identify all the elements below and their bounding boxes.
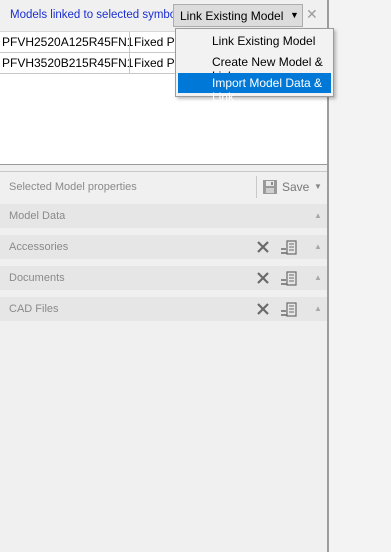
section-label: Documents bbox=[9, 272, 65, 284]
section-documents[interactable]: Documents ▲ bbox=[0, 266, 327, 290]
unlink-icon[interactable] bbox=[256, 271, 270, 288]
close-icon[interactable]: ✕ bbox=[306, 6, 318, 23]
menu-item-create-new-model[interactable]: Create New Model & Link bbox=[178, 52, 331, 83]
section-model-data[interactable]: Model Data ▲ bbox=[0, 204, 327, 228]
section-label: Model Data bbox=[9, 210, 66, 222]
link-document-icon[interactable] bbox=[280, 240, 298, 259]
linked-models-title: Models linked to selected symbol bbox=[10, 9, 179, 21]
model-properties-header: Selected Model properties Save ▼ bbox=[0, 171, 327, 202]
link-existing-model-button[interactable]: Link Existing Model ▼ bbox=[173, 4, 303, 27]
model-name-cell: PFVH2520A125R45FN1 bbox=[2, 35, 134, 49]
menu-item-label: Link Existing Model bbox=[212, 34, 316, 48]
collapse-icon[interactable]: ▲ bbox=[314, 273, 322, 282]
toolbar-separator bbox=[256, 176, 257, 198]
section-accessories[interactable]: Accessories ▲ bbox=[0, 235, 327, 259]
menu-item-import-model-data[interactable]: Import Model Data & Link bbox=[178, 73, 331, 104]
collapse-icon[interactable]: ▲ bbox=[314, 242, 322, 251]
save-icon[interactable] bbox=[262, 179, 278, 198]
link-existing-model-label: Link Existing Model bbox=[180, 9, 284, 23]
save-button[interactable]: Save bbox=[282, 180, 309, 194]
collapse-icon[interactable]: ▲ bbox=[314, 304, 322, 313]
section-label: Accessories bbox=[9, 241, 69, 253]
column-divider bbox=[129, 32, 130, 52]
save-dropdown-icon[interactable]: ▼ bbox=[314, 182, 322, 191]
menu-item-label: Import Model Data & Link bbox=[212, 76, 323, 104]
dropdown-arrow-icon[interactable]: ▼ bbox=[290, 10, 299, 20]
link-options-menu: Link Existing Model Create New Model & L… bbox=[175, 28, 334, 104]
collapse-icon[interactable]: ▲ bbox=[314, 211, 322, 220]
model-name-cell: PFVH3520B215R45FN1 bbox=[2, 56, 134, 70]
link-document-icon[interactable] bbox=[280, 271, 298, 290]
link-document-icon[interactable] bbox=[280, 302, 298, 321]
menu-item-link-existing-model[interactable]: Link Existing Model bbox=[178, 31, 331, 51]
outside-area bbox=[329, 0, 391, 552]
model-properties-title: Selected Model properties bbox=[9, 181, 137, 193]
section-label: CAD Files bbox=[9, 303, 59, 315]
section-cad-files[interactable]: CAD Files ▲ bbox=[0, 297, 327, 321]
column-divider bbox=[129, 53, 130, 73]
unlink-icon[interactable] bbox=[256, 240, 270, 257]
unlink-icon[interactable] bbox=[256, 302, 270, 319]
